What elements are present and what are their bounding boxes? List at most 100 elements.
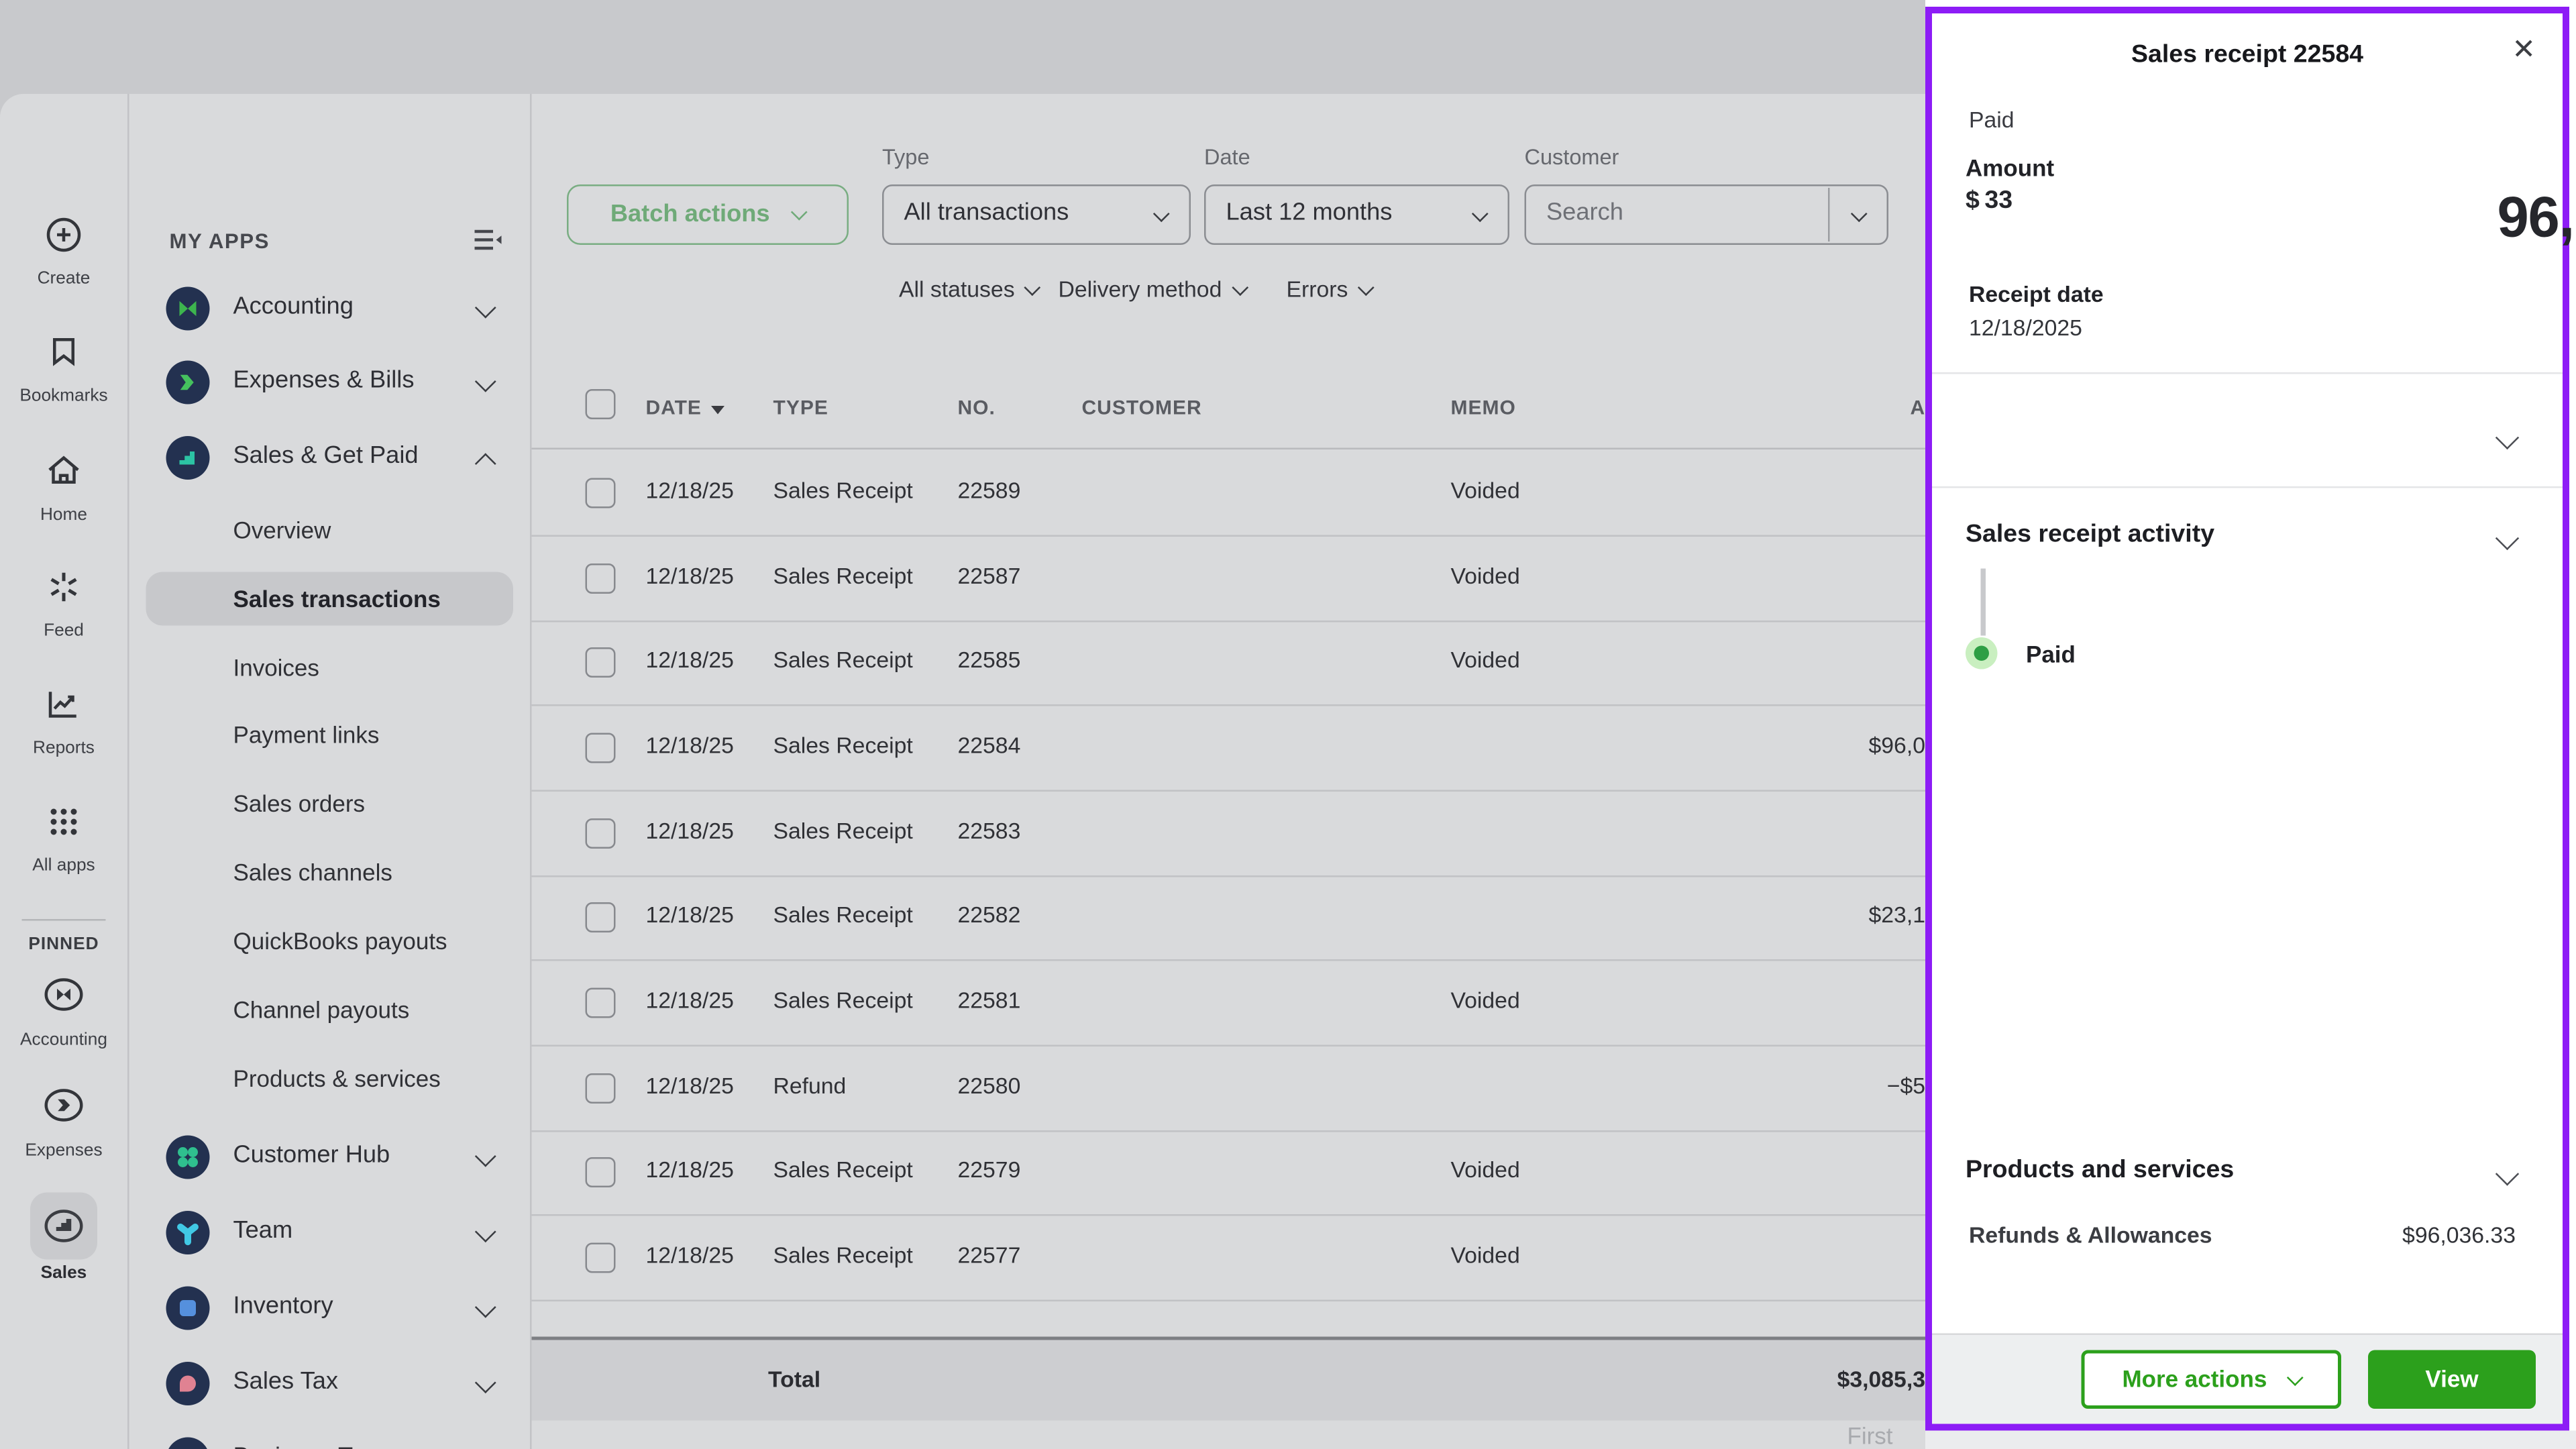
view-button[interactable]: View [2368,1350,2536,1409]
sidebar-subitem-channel-payouts[interactable]: Channel payouts [233,983,410,1036]
business-tax-app-icon [166,1438,210,1449]
sidebar-subitem-sales-channels[interactable]: Sales channels [233,845,392,899]
rail-item-reports[interactable]: Reports [0,684,127,758]
batch-actions-button[interactable]: Batch actions [567,184,849,245]
chevron-down-icon [1153,205,1170,222]
column-header-no[interactable]: NO. [958,396,996,419]
table-row[interactable]: 12/18/25 Sales Receipt 22577 Voided [532,1214,1926,1301]
row-checkbox[interactable] [586,902,616,932]
row-checkbox[interactable] [586,564,616,594]
column-header-date[interactable]: DATE [646,396,725,419]
select-all-checkbox[interactable] [586,389,616,419]
row-checkbox[interactable] [586,647,616,678]
column-header-type[interactable]: TYPE [773,396,828,419]
errors-filter[interactable]: Errors [1287,277,1372,307]
column-header-customer[interactable]: CUSTOMER [1082,396,1202,419]
all-apps-grid-icon [44,820,84,849]
section-divider [1932,372,2563,374]
section-divider [1932,486,2563,488]
timeline-paid-label: Paid [2026,641,2076,667]
table-row[interactable]: 12/18/25 Sales Receipt 22587 Voided [532,535,1926,623]
table-total-row: Total $3,085,3 [532,1337,1926,1421]
rail-divider [22,919,106,921]
dimmed-app-background: Create Bookmarks Home [0,0,1925,1449]
sidebar-subitem-products-services[interactable]: Products & services [233,1052,441,1106]
chevron-down-icon [1024,279,1040,296]
row-checkbox[interactable] [586,1243,616,1273]
chevron-down-icon [1472,205,1489,222]
chevron-down-icon[interactable] [2496,1162,2519,1185]
rail-item-bookmarks[interactable]: Bookmarks [0,332,127,406]
column-header-amount[interactable]: AMOUNT [1911,396,1926,419]
row-checkbox[interactable] [586,1073,616,1104]
app-surface: Create Bookmarks Home [0,94,1925,1449]
timeline-line [1981,569,1985,636]
feed-icon [44,586,84,614]
table-row[interactable]: 12/18/25 Sales Receipt 22583 [532,790,1926,877]
chevron-down-icon [791,204,808,221]
date-filter-dropdown[interactable]: Last 12 months [1204,184,1509,245]
table-row[interactable]: 12/18/25 Sales Receipt 22585 Voided [532,619,1926,706]
sort-desc-icon [712,406,725,415]
sales-tax-app-icon [166,1362,210,1414]
table-row[interactable]: 12/18/25 Sales Receipt 22582 $23,1 [532,874,1926,961]
sidebar-item-inventory[interactable]: Inventory [129,1278,531,1338]
expenses-arrow-icon [42,1106,86,1134]
row-checkbox[interactable] [586,733,616,763]
sidebar-subitem-invoices[interactable]: Invoices [233,641,319,694]
rail-item-home[interactable]: Home [0,451,127,525]
collapsed-section-chevron-icon[interactable] [2496,426,2519,449]
rail-pinned-sales-active-tile[interactable] [30,1193,97,1260]
status-text: Paid [1969,107,2015,133]
rail-pinned-expenses[interactable]: Expenses [0,1083,127,1161]
close-icon[interactable]: ✕ [2512,36,2536,64]
sidebar-item-business-tax[interactable]: Business Tax [129,1429,531,1449]
type-filter-dropdown[interactable]: All transactions [882,184,1191,245]
sidebar-item-sales-get-paid[interactable]: Sales & Get Paid [129,428,531,488]
row-checkbox[interactable] [586,988,616,1018]
chevron-down-icon[interactable] [2496,527,2519,550]
date-filter-label: Date [1204,144,1250,170]
sidebar-item-customer-hub[interactable]: Customer Hub [129,1127,531,1187]
collapse-sidebar-icon[interactable] [473,227,503,262]
panel-footer: More actions View [1932,1334,2563,1424]
bookmarks-icon [44,351,84,380]
customer-search-combobox[interactable]: Search [1525,184,1889,245]
reports-icon [44,703,84,732]
chevron-up-icon [475,453,496,474]
pagination-first-button[interactable]: First [1786,1422,1926,1449]
sidebar-subitem-quickbooks-payouts[interactable]: QuickBooks payouts [233,914,447,968]
rail-item-feed[interactable]: Feed [0,567,127,641]
pinned-heading: PINNED [0,934,127,955]
sidebar-item-team[interactable]: Team [129,1203,531,1263]
sidebar-item-expenses-bills[interactable]: Expenses & Bills [129,352,531,413]
delivery-method-filter[interactable]: Delivery method [1059,277,1246,307]
all-statuses-filter[interactable]: All statuses [899,277,1038,307]
sidebar-subitem-payment-links[interactable]: Payment links [233,708,380,761]
accounting-app-icon [166,287,210,339]
sidebar-item-accounting[interactable]: Accounting [129,278,531,339]
table-row[interactable]: 12/18/25 Refund 22580 −$5 [532,1045,1926,1132]
app-viewport: Create Bookmarks Home [0,0,2576,1449]
total-label: Total [768,1367,820,1393]
rail-item-all-apps[interactable]: All apps [0,802,127,875]
table-row[interactable]: 12/18/25 Sales Receipt 22589 Voided [532,449,1926,537]
table-row[interactable]: 12/18/25 Sales Receipt 22581 Voided [532,959,1926,1046]
chevron-down-icon [1231,279,1248,296]
activity-section-title: Sales receipt activity [1966,520,2214,549]
sidebar-subitem-sales-transactions-active[interactable]: Sales transactions [146,572,514,626]
sidebar-item-sales-tax[interactable]: Sales Tax [129,1354,531,1414]
rail-item-label: Reports [0,738,127,758]
currency-symbol: $ [1966,186,1980,215]
row-checkbox[interactable] [586,478,616,508]
table-row-selected[interactable]: 12/18/25 Sales Receipt 22584 $96,0 [532,704,1926,792]
row-checkbox[interactable] [586,818,616,849]
more-actions-button[interactable]: More actions [2082,1350,2342,1409]
sidebar-subitem-sales-orders[interactable]: Sales orders [233,777,365,830]
row-checkbox[interactable] [586,1157,616,1187]
rail-item-create[interactable]: Create [0,215,127,288]
sidebar-subitem-overview[interactable]: Overview [233,503,331,557]
column-header-memo[interactable]: MEMO [1451,396,1516,419]
table-row[interactable]: 12/18/25 Sales Receipt 22579 Voided [532,1129,1926,1216]
rail-pinned-accounting[interactable]: Accounting [0,973,127,1050]
